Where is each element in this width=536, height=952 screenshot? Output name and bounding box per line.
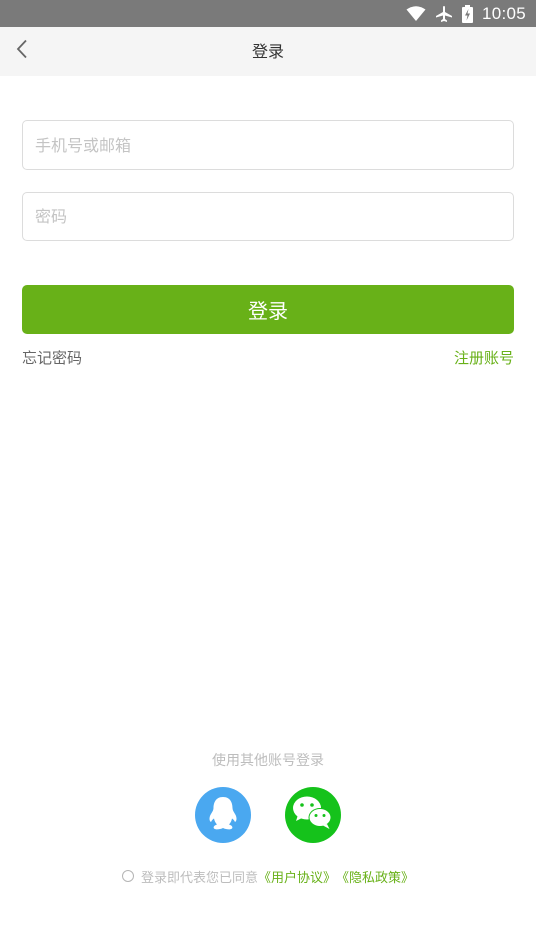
status-bar: 10:05: [0, 0, 536, 27]
agreement-row: 登录即代表您已同意 《用户协议》 《隐私政策》: [0, 866, 536, 886]
nav-bar: 登录: [0, 27, 536, 76]
register-account-link[interactable]: 注册账号: [454, 347, 514, 368]
agreement-text: 登录即代表您已同意: [140, 870, 258, 886]
airplane-icon: [435, 5, 453, 23]
qq-login-button[interactable]: [195, 787, 251, 843]
agree-radio[interactable]: [121, 870, 134, 882]
battery-icon: [461, 4, 473, 23]
page-title: 登录: [251, 42, 284, 61]
password-field: [22, 192, 514, 241]
wifi-icon: [406, 5, 426, 22]
wechat-login-button[interactable]: [285, 787, 341, 843]
phone-email-input[interactable]: [23, 121, 513, 169]
qq-icon: [206, 795, 240, 835]
login-button[interactable]: 登录: [22, 285, 514, 334]
forgot-password-link[interactable]: 忘记密码: [22, 347, 82, 368]
other-login-title: 使用其他账号登录: [212, 753, 324, 769]
privacy-policy-link[interactable]: 《隐私政策》: [336, 867, 414, 886]
user-agreement-link[interactable]: 《用户协议》: [258, 867, 336, 886]
password-input[interactable]: [23, 193, 513, 240]
wechat-icon: [291, 794, 335, 836]
phone-email-field: [22, 120, 514, 170]
status-time: 10:05: [481, 3, 526, 23]
